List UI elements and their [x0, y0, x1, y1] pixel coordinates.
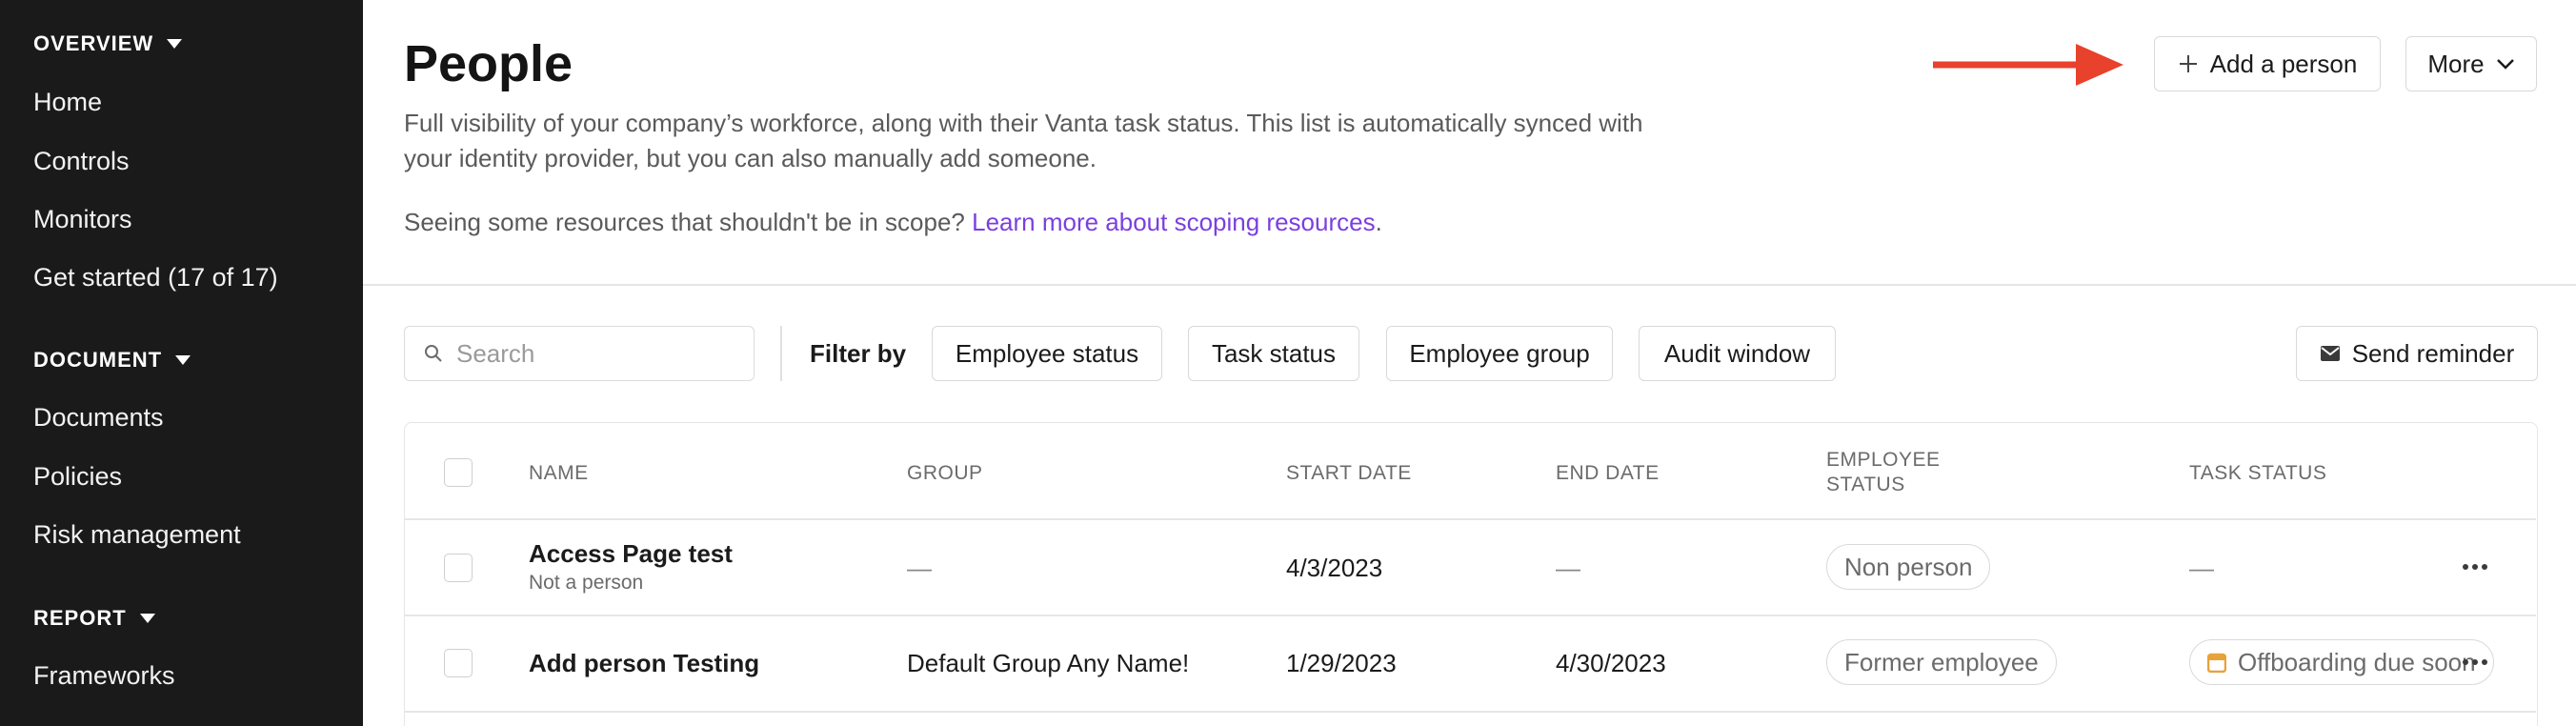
- page-title: People: [404, 35, 574, 92]
- people-table: NAME GROUP START DATE END DATE TASK STAT…: [404, 422, 2538, 726]
- sidebar-item-controls[interactable]: Controls: [33, 147, 130, 176]
- group-cell: Default Group Any Name!: [907, 649, 1190, 677]
- search-icon: [425, 345, 442, 362]
- search-box[interactable]: [404, 326, 755, 381]
- send-reminder-button[interactable]: Send reminder: [2296, 326, 2538, 381]
- annotation-arrow-icon: [1933, 44, 2123, 86]
- sidebar-section-label: REPORT: [33, 606, 127, 630]
- end-date-cell: 4/30/2023: [1556, 649, 1666, 677]
- start-date-cell: 4/3/2023: [1286, 554, 1383, 582]
- sidebar-section-document[interactable]: DOCUMENT: [33, 348, 191, 373]
- sidebar: OVERVIEW Home Controls Monitors Get star…: [0, 0, 363, 726]
- scope-text: Seeing some resources that shouldn't be …: [404, 208, 973, 236]
- column-header-group[interactable]: GROUP: [907, 461, 983, 486]
- column-header-employee-status[interactable]: EMPLOYEE STATUS: [1826, 448, 1941, 497]
- person-subtitle: Not a person: [529, 572, 644, 594]
- sidebar-section-report[interactable]: REPORT: [33, 606, 155, 631]
- person-name[interactable]: Access Page test: [529, 539, 733, 569]
- column-header-start-date[interactable]: START DATE: [1286, 461, 1412, 486]
- calendar-icon: [2207, 653, 2226, 673]
- scope-link[interactable]: Learn more about scoping resources: [972, 208, 1375, 236]
- task-status-label: Offboarding due soon: [2238, 647, 2476, 676]
- add-person-label: Add a person: [2209, 49, 2358, 78]
- sidebar-item-home[interactable]: Home: [33, 88, 102, 117]
- sidebar-item-get-started[interactable]: Get started (17 of 17): [33, 263, 278, 292]
- task-status-badge: Offboarding due soon: [2189, 639, 2494, 685]
- main-content: People Full visibility of your company’s…: [363, 0, 2576, 726]
- filter-employee-group[interactable]: Employee group: [1386, 326, 1613, 381]
- caret-down-icon: [167, 39, 183, 49]
- send-reminder-label: Send reminder: [2351, 338, 2515, 368]
- person-name[interactable]: Add person Testing: [529, 649, 759, 678]
- sidebar-section-label: OVERVIEW: [33, 31, 154, 55]
- more-horizontal-icon[interactable]: [2463, 659, 2487, 665]
- column-header-end-date[interactable]: END DATE: [1556, 461, 1660, 486]
- row-divider: [405, 711, 2536, 713]
- more-label: More: [2427, 49, 2485, 78]
- start-date-cell: 1/29/2023: [1286, 649, 1397, 677]
- plus-icon: [2179, 55, 2197, 72]
- search-input[interactable]: [456, 338, 742, 369]
- row-divider: [405, 518, 2536, 520]
- end-date-cell: —: [1556, 554, 1580, 582]
- header-divider: [363, 284, 2576, 286]
- caret-down-icon: [175, 355, 191, 365]
- more-horizontal-icon[interactable]: [2463, 564, 2487, 570]
- sidebar-item-frameworks[interactable]: Frameworks: [33, 661, 175, 691]
- add-person-button[interactable]: Add a person: [2154, 36, 2381, 91]
- sidebar-item-policies[interactable]: Policies: [33, 462, 122, 492]
- status-badge: Former employee: [1826, 639, 2057, 685]
- sidebar-section-label: DOCUMENT: [33, 348, 163, 372]
- scope-end: .: [1375, 208, 1382, 236]
- page-description: Full visibility of your company’s workfo…: [404, 109, 1643, 172]
- more-button[interactable]: More: [2405, 36, 2537, 91]
- column-header-name[interactable]: NAME: [529, 461, 589, 486]
- filter-separator: [780, 326, 782, 381]
- scope-note: Seeing some resources that shouldn't be …: [404, 208, 1382, 237]
- filter-task-status[interactable]: Task status: [1188, 326, 1359, 381]
- task-status-cell: —: [2189, 554, 2214, 582]
- filter-by-label: Filter by: [810, 339, 907, 368]
- sidebar-item-monitors[interactable]: Monitors: [33, 205, 132, 234]
- sidebar-item-documents[interactable]: Documents: [33, 403, 164, 433]
- row-checkbox[interactable]: [444, 649, 473, 677]
- filter-employee-status[interactable]: Employee status: [932, 326, 1162, 381]
- chevron-down-icon: [2496, 59, 2514, 70]
- sidebar-section-overview[interactable]: OVERVIEW: [33, 31, 183, 56]
- status-badge: Non person: [1826, 544, 1991, 590]
- filter-audit-window[interactable]: Audit window: [1639, 326, 1836, 381]
- column-header-task-status[interactable]: TASK STATUS: [2189, 461, 2326, 486]
- mail-icon: [2320, 346, 2340, 361]
- row-divider: [405, 615, 2536, 616]
- select-all-checkbox[interactable]: [444, 458, 473, 487]
- column-header-line: EMPLOYEE: [1826, 449, 1941, 471]
- caret-down-icon: [139, 614, 155, 623]
- row-checkbox[interactable]: [444, 554, 473, 582]
- group-cell: —: [907, 554, 932, 582]
- sidebar-item-risk-management[interactable]: Risk management: [33, 520, 241, 550]
- column-header-line: STATUS: [1826, 474, 1905, 495]
